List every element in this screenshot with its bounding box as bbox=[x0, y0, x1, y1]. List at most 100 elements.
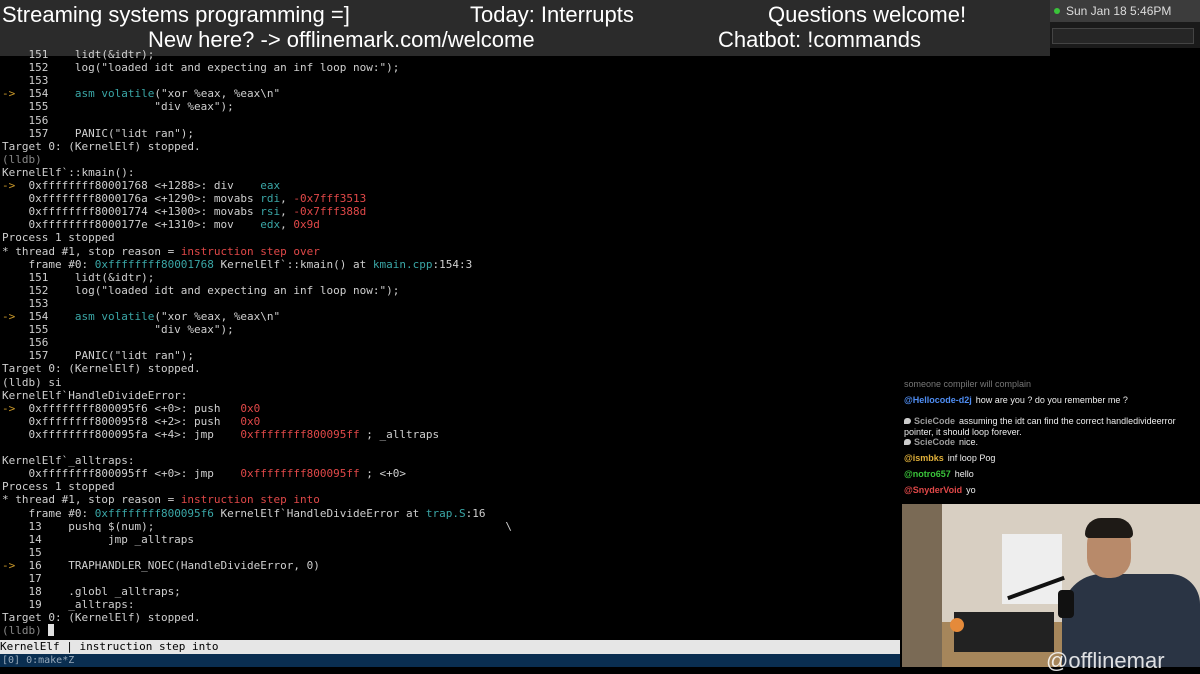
terminal-text: instruction step over bbox=[180, 244, 320, 258]
terminal-line: frame #0: 0xffffffff800095f6 KernelElf`H… bbox=[2, 507, 485, 520]
menubar-clock[interactable]: Sun Jan 18 5:46PM bbox=[1066, 4, 1171, 18]
terminal-text: instruction step into bbox=[180, 493, 320, 507]
terminal-line: (lldb) si bbox=[2, 376, 62, 389]
terminal-line: 155 "div %eax"); bbox=[2, 100, 234, 114]
terminal-text: edx bbox=[260, 218, 281, 232]
terminal-line: 157 PANIC("lidt ran"); bbox=[2, 349, 194, 362]
terminal-text: Target 0: (KernelElf) stopped. bbox=[2, 362, 201, 376]
terminal-text: , bbox=[280, 205, 294, 219]
chat-username[interactable]: @Hellocode-d2j bbox=[904, 395, 972, 405]
terminal-line: Target 0: (KernelElf) stopped. bbox=[2, 362, 201, 375]
chat-message: @SnyderVoid yo bbox=[904, 485, 1194, 496]
terminal-text: 0xffffffff80001768 bbox=[94, 257, 214, 271]
terminal-text: 151 lidt(&idtr); bbox=[2, 270, 155, 284]
terminal-text: 0xffffffff800095ff <+0>: jmp bbox=[2, 467, 241, 481]
chat-bubble-icon bbox=[904, 439, 911, 445]
system-menubar: Sun Jan 18 5:46PM bbox=[1050, 0, 1200, 22]
current-line-arrow-icon: -> bbox=[2, 401, 29, 415]
terminal-text: frame #0: bbox=[2, 257, 95, 271]
terminal-text: 0xffffffff800095f8 <+2>: push bbox=[2, 414, 241, 428]
terminal-text: 152 log("loaded idt and expecting an inf… bbox=[2, 283, 400, 297]
terminal-text: KernelElf`::kmain() at bbox=[213, 257, 373, 271]
terminal-line: -> 0xffffffff800095f6 <+0>: push 0x0 bbox=[2, 402, 260, 415]
terminal-line: 153 bbox=[2, 297, 48, 310]
channel-watermark: @offlinemar bbox=[1046, 648, 1165, 673]
terminal-text: 151 lidt(&idtr); bbox=[2, 48, 155, 61]
webcam-door bbox=[902, 504, 942, 667]
terminal-line: * thread #1, stop reason = instruction s… bbox=[2, 245, 320, 258]
terminal-line: 15 bbox=[2, 545, 42, 559]
chat-partial-message: someone compiler will complain bbox=[904, 379, 1032, 389]
terminal-line: KernelElf`::kmain(): bbox=[2, 166, 134, 179]
terminal-text: 14 jmp _alltraps bbox=[2, 532, 195, 546]
terminal-text: 0x9d bbox=[293, 218, 320, 232]
terminal-text: 15 bbox=[2, 545, 42, 559]
terminal-line: (lldb) bbox=[2, 153, 42, 166]
terminal-text: Target 0: (KernelElf) stopped. bbox=[2, 139, 201, 153]
chat-username[interactable]: @ismbks bbox=[904, 453, 944, 463]
terminal-text: Target 0: (KernelElf) stopped. bbox=[2, 611, 201, 625]
chat-username[interactable]: ScieCode bbox=[914, 437, 955, 447]
terminal-text: 152 log("loaded idt and expecting an inf… bbox=[2, 61, 400, 75]
tmux-window-list[interactable]: [0] 0:make*Z bbox=[0, 655, 74, 666]
terminal-line: 152 log("loaded idt and expecting an inf… bbox=[2, 284, 399, 297]
terminal-line: 153 bbox=[2, 74, 48, 87]
stream-chat-panel: someone compiler will complain @Hellocod… bbox=[900, 378, 1200, 504]
terminal-text: 16 TRAPHANDLER_NOEC(HandleDivideError, 0… bbox=[21, 558, 320, 572]
webcam-orange bbox=[950, 618, 964, 632]
terminal-text: 0x0 bbox=[240, 401, 261, 415]
terminal-line: 18 .globl _alltraps; bbox=[2, 585, 181, 599]
terminal-text: 154 bbox=[21, 310, 75, 323]
terminal-text: 0xffffffff8000176a <+1290>: movabs bbox=[2, 192, 261, 206]
current-line-arrow-icon: -> bbox=[2, 558, 22, 572]
terminal-text: rdi bbox=[260, 192, 281, 206]
status-dot-icon bbox=[1054, 8, 1060, 14]
chat-text: hello bbox=[954, 469, 974, 479]
stream-questions: Questions welcome! bbox=[768, 2, 967, 27]
current-line-arrow-icon: -> bbox=[2, 179, 29, 192]
terminal-text: 157 PANIC("lidt ran"); bbox=[2, 126, 195, 140]
terminal-line: KernelElf`HandleDivideError: bbox=[2, 389, 187, 402]
terminal-line: (lldb) bbox=[2, 624, 55, 637]
terminal-text: 17 bbox=[2, 572, 42, 585]
terminal-line: 13 pushq $(num); \ bbox=[2, 520, 511, 533]
terminal-text: KernelElf`_alltraps: bbox=[2, 454, 135, 468]
terminal-text: 155 "div %eax"); bbox=[2, 100, 234, 114]
terminal-text: 153 bbox=[2, 74, 49, 88]
terminal-text: 0xffffffff800095ff bbox=[240, 467, 360, 481]
terminal-text: * thread #1, stop reason = bbox=[2, 493, 181, 507]
terminal-text: 0xffffffff800095f6 <+0>: push bbox=[28, 401, 241, 415]
chat-username[interactable]: ScieCode bbox=[914, 416, 955, 426]
browser-tab[interactable] bbox=[1052, 28, 1194, 44]
terminal-line: -> 154 asm volatile("xor %eax, %eax\n" bbox=[2, 87, 280, 100]
status-text: KernelElf | instruction step into bbox=[0, 640, 219, 653]
chat-message: @notro657 hello bbox=[904, 469, 1194, 480]
current-line-arrow-icon: -> bbox=[2, 310, 22, 323]
lldb-terminal[interactable]: 151 lidt(&idtr); 152 log("loaded idt and… bbox=[0, 46, 900, 640]
terminal-line: -> 154 asm volatile("xor %eax, %eax\n" bbox=[2, 310, 280, 323]
chat-text: nice. bbox=[959, 437, 979, 447]
terminal-text: -0x7fff388d bbox=[293, 205, 367, 219]
terminal-text: volatile bbox=[101, 87, 155, 101]
terminal-line: 0xffffffff800095ff <+0>: jmp 0xffffffff8… bbox=[2, 467, 406, 480]
terminal-text: 153 bbox=[2, 296, 49, 310]
chat-username[interactable]: @SnyderVoid bbox=[904, 485, 962, 495]
terminal-text: :16 bbox=[465, 506, 486, 520]
terminal-line: 0xffffffff8000177e <+1310>: mov edx, 0x9… bbox=[2, 218, 320, 232]
terminal-text: 0xffffffff8000177e <+1310>: mov bbox=[2, 218, 261, 232]
terminal-text: 18 .globl _alltraps; bbox=[2, 585, 181, 599]
terminal-line: Process 1 stopped bbox=[2, 231, 115, 244]
chat-username[interactable]: @notro657 bbox=[904, 469, 951, 479]
terminal-line: Process 1 stopped bbox=[2, 480, 115, 493]
current-line-arrow-icon: -> bbox=[2, 87, 22, 101]
terminal-line: 156 bbox=[2, 336, 48, 349]
terminal-text: kmain.cpp bbox=[372, 257, 433, 271]
terminal-text: frame #0: bbox=[2, 506, 95, 520]
terminal-text: asm bbox=[74, 87, 95, 101]
terminal-text: -0x7fff3513 bbox=[293, 192, 367, 206]
terminal-text: , bbox=[280, 218, 294, 232]
terminal-text: 156 bbox=[2, 336, 49, 350]
terminal-text: 156 bbox=[2, 113, 49, 127]
terminal-text: volatile bbox=[101, 310, 155, 323]
terminal-line: 151 lidt(&idtr); bbox=[2, 48, 154, 61]
